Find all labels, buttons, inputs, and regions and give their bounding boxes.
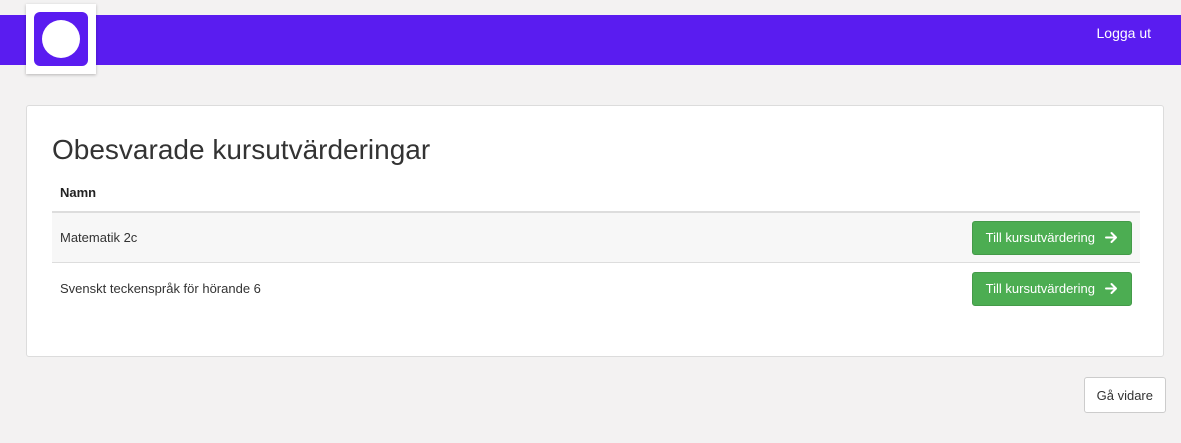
button-label: Till kursutvärdering: [985, 230, 1095, 245]
evaluations-table: Namn Matematik 2c Till kursutvärdering S…: [52, 176, 1140, 314]
circle-logo-icon: [34, 12, 88, 66]
page-title: Obesvarade kursutvärderingar: [52, 134, 431, 165]
course-name: Matematik 2c: [60, 230, 138, 245]
to-evaluation-button[interactable]: Till kursutvärdering: [971, 220, 1132, 255]
table-row: Svenskt teckenspråk för hörande 6 Till k…: [52, 263, 1140, 314]
continue-button[interactable]: Gå vidare: [1083, 377, 1166, 413]
to-evaluation-button[interactable]: Till kursutvärdering: [971, 271, 1132, 306]
arrow-right-icon: [1105, 231, 1118, 244]
table-row: Matematik 2c Till kursutvärdering: [52, 213, 1140, 263]
course-name: Svenskt teckenspråk för hörande 6: [60, 281, 261, 296]
logo[interactable]: [26, 4, 96, 74]
evaluations-panel: Obesvarade kursutvärderingar Namn Matema…: [26, 105, 1164, 357]
column-header-name: Namn: [52, 176, 1140, 213]
top-navbar: Logga ut: [0, 15, 1181, 65]
logout-link[interactable]: Logga ut: [1097, 25, 1152, 41]
arrow-right-icon: [1105, 282, 1118, 295]
button-label: Till kursutvärdering: [985, 281, 1095, 296]
